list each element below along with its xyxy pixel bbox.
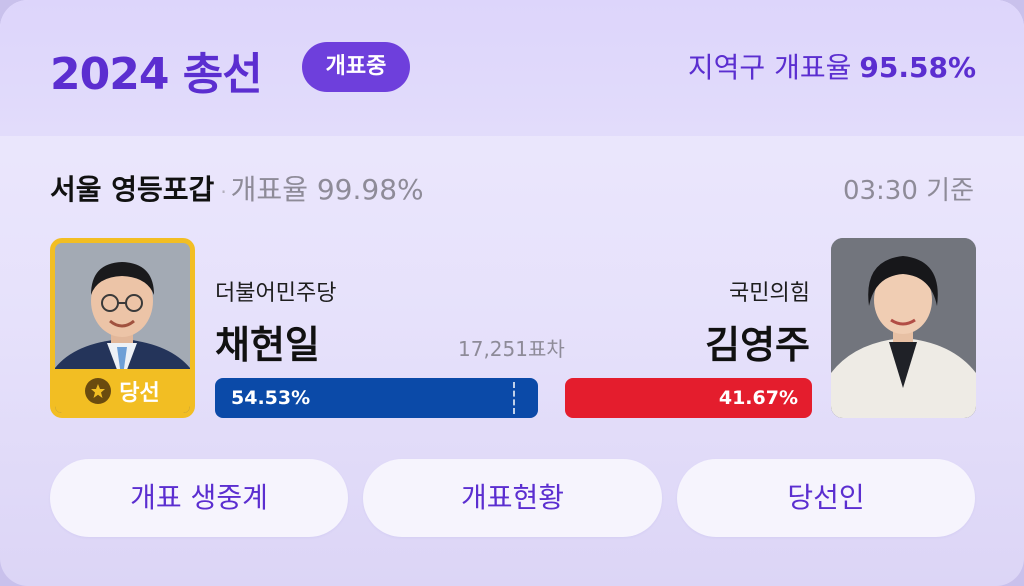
candidate-portrait-right [831, 238, 976, 418]
vote-margin: 17,251표차 [458, 337, 565, 361]
status-badge: 개표중 [302, 42, 410, 92]
election-title: 2024 총선 [50, 49, 263, 100]
vote-share-right: 41.67% [718, 387, 798, 409]
vote-share-bar-right: 41.67% [565, 378, 812, 418]
candidate-photo-left[interactable]: 당선 [50, 238, 195, 418]
district-name: 서울 영등포갑 [50, 173, 215, 206]
party-left: 더불어민주당 [215, 281, 337, 306]
national-rate-value: 95.58% [859, 51, 976, 84]
winners-button[interactable]: 당선인 [677, 459, 975, 537]
district-separator: · [220, 180, 227, 204]
candidate-photo-right[interactable] [831, 238, 976, 418]
vote-share-left: 54.53% [231, 387, 311, 409]
vote-share-bar-left: 54.53% [215, 378, 538, 418]
candidate-name-right: 김영주 [705, 323, 810, 367]
party-right: 국민의힘 [729, 281, 810, 306]
election-header: 2024 총선 개표중 지역구 개표율 95.58% [0, 0, 1024, 136]
count-status-button[interactable]: 개표현황 [363, 459, 662, 537]
update-timestamp: 03:30 기준 [842, 176, 974, 206]
candidate-name-left: 채현일 [215, 323, 320, 367]
live-count-button[interactable]: 개표 생중계 [50, 459, 348, 537]
winner-badge-label: 당선 [119, 381, 160, 406]
medal-icon [85, 378, 112, 404]
national-count-rate: 지역구 개표율 95.58% [688, 46, 976, 86]
national-rate-label: 지역구 개표율 [687, 51, 852, 84]
election-card: 2024 총선 개표중 지역구 개표율 95.58% 서울 영등포갑 · 개표율 99… [0, 0, 1024, 586]
district-heading: 서울 영등포갑 · 개표율 99.98% [50, 168, 424, 208]
district-count-rate: 개표율 99.98% [230, 173, 424, 206]
winner-badge: 당선 [55, 369, 190, 413]
majority-divider [513, 382, 515, 414]
